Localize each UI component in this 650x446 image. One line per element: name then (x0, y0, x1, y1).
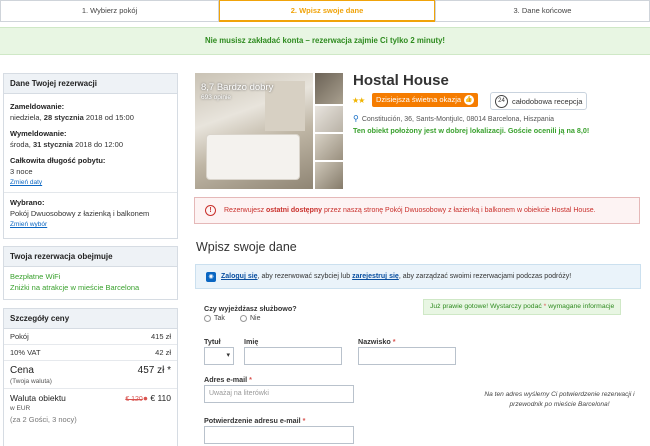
hotel-address: ⚲ Constitución, 36, Sants-Montjuïc, 08014… (353, 114, 555, 123)
stay-length-value: 3 noce (10, 167, 33, 176)
hotel-thumb-1[interactable] (315, 73, 343, 104)
email-input[interactable]: Uważaj na literówki (204, 385, 354, 403)
change-dates-link[interactable]: Zmień daty (10, 177, 171, 188)
location-note: Ten obiekt położony jest w dobrej lokali… (353, 126, 590, 135)
hotel-stars: ★★ (352, 96, 365, 105)
chosen-room: Pokój Dwuosobowy z łazienką i balkonem (10, 209, 150, 218)
hotel-name: Hostal House (353, 72, 449, 89)
confirm-email-label: Potwierdzenie adresu e-mail * (204, 416, 306, 425)
title-label: Tytuł (204, 337, 221, 346)
price-guests: (za 2 Gości, 3 nocy) (10, 415, 77, 424)
register-link[interactable]: zarejestruj się (352, 273, 399, 280)
step-choose-room[interactable]: 1. Wybierz pokój (0, 0, 219, 22)
hotel-reviews-count: 693 opinie (201, 94, 231, 101)
checkin-value: niedziela, 28 stycznia 2018 od 15:00 (10, 113, 134, 122)
login-link[interactable]: Zaloguj się (221, 273, 258, 280)
price-row-vat: 10% VAT 42 zł (4, 345, 177, 361)
thumbs-up-icon: 👍 (464, 95, 475, 105)
step-final-details: 3. Dane końcowe (435, 0, 650, 22)
email-side-note: Na ten adres wyślemy Ci potwierdzenie re… (484, 391, 635, 408)
map-pin-icon: ⚲ (353, 114, 359, 123)
includes-box: Twoja rezerwacja obejmuje Bezpłatne WiFi… (3, 246, 178, 300)
no-account-banner: Nie musisz zakładać konta – rezerwacja z… (0, 27, 650, 55)
booking-details-title: Dane Twojej rezerwacji (4, 74, 177, 94)
reception-badge: 24 całodobowa recepcja (490, 92, 588, 110)
change-choice-link[interactable]: Zmień wybór (10, 219, 171, 230)
price-total-sub: (Twoja waluta) (10, 378, 52, 385)
price-box: Szczegóły ceny Pokój 415 zł 10% VAT 42 zł … (3, 308, 178, 446)
include-discounts: Zniżki na atrakcje w mieście Barcelona (10, 283, 140, 292)
required-info-note: Już prawie gotowe! Wystarczy podać * wym… (423, 299, 622, 315)
last-available-alert: ! Rezerwujesz ostatni dostępny przez nas… (194, 197, 640, 224)
hotel-thumb-2[interactable] (315, 106, 343, 132)
chosen-label: Wybrano: (10, 198, 45, 207)
great-deal-badge: Dzisiejsza świetna okazja 👍 (372, 93, 479, 107)
include-wifi: Bezpłatne WiFi (10, 272, 61, 281)
price-total: Cena 457 zł * (10, 365, 171, 376)
first-name-label: Imię (244, 337, 259, 346)
business-trip-label: Czy wyjeżdżasz służbowo? (204, 304, 297, 313)
step-enter-details: 2. Wpisz swoje dane (219, 0, 435, 22)
first-name-input[interactable] (244, 347, 342, 365)
confirm-email-input[interactable] (204, 426, 354, 444)
checkout-label: Wymeldowanie: (10, 129, 67, 138)
includes-title: Twoja rezerwacja obejmuje (4, 247, 177, 267)
hotel-thumb-4[interactable] (315, 162, 343, 189)
progress-steps: 1. Wybierz pokój 2. Wpisz swoje dane 3. … (0, 0, 650, 22)
last-name-label: Nazwisko * (358, 337, 396, 346)
booking-details-box: Dane Twojej rezerwacji Zameldowanie: nie… (3, 73, 178, 239)
checkin-label: Zameldowanie: (10, 102, 65, 111)
last-name-input[interactable] (358, 347, 456, 365)
warning-icon: ! (205, 205, 216, 216)
price-local: Waluta obiektu € 120● € 110 (10, 393, 171, 403)
clock-24h-icon: 24 (495, 94, 508, 108)
price-row-room: Pokój 415 zł (4, 329, 177, 345)
stay-length-label: Całkowita długość pobytu: (10, 156, 106, 165)
price-title: Szczegóły ceny (4, 309, 177, 329)
hotel-rating: 8,7 Bardzo dobry (201, 82, 274, 93)
business-no-radio[interactable]: Nie (240, 315, 261, 322)
login-strip: ◉ Zaloguj się, aby rezerwować szybciej l… (195, 264, 641, 289)
price-local-sub: w EUR (10, 405, 31, 412)
hotel-thumb-3[interactable] (315, 134, 343, 160)
title-select[interactable] (204, 347, 234, 365)
form-title: Wpisz swoje dane (196, 240, 297, 254)
user-icon: ◉ (206, 271, 216, 282)
business-yes-radio[interactable]: Tak (204, 315, 225, 322)
email-label: Adres e-mail * (204, 375, 252, 384)
checkout-value: środa, 31 stycznia 2018 do 12:00 (10, 140, 124, 149)
